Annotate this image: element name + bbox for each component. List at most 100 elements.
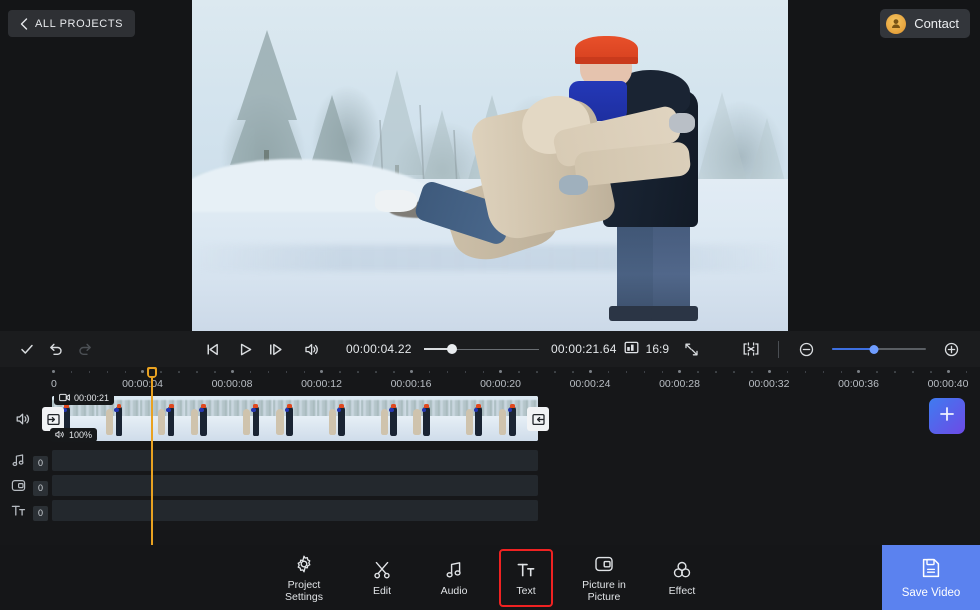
save-video-button[interactable]: Save Video	[882, 545, 980, 610]
ruler-label: 00:00:20	[480, 378, 521, 390]
ruler-minor-tick	[196, 371, 198, 373]
ruler-minor-tick	[536, 371, 538, 373]
ruler-minor-tick	[643, 371, 646, 373]
zoom-slider-handle[interactable]	[869, 344, 879, 354]
video-clip-icon	[59, 393, 70, 404]
ruler-minor-tick	[464, 371, 467, 373]
preview-couple	[375, 33, 758, 321]
ruler-minor-tick	[804, 371, 807, 373]
pip-icon	[594, 553, 614, 575]
ruler-tick	[51, 370, 55, 373]
tool-button-project-settings[interactable]: Project Settings	[271, 549, 337, 607]
all-projects-button[interactable]: ALL PROJECTS	[8, 10, 136, 37]
ruler-tick	[857, 370, 860, 373]
ruler-label: 00:00:16	[390, 378, 432, 390]
ruler-minor-tick	[894, 371, 896, 373]
tool-button-picture-in-picture[interactable]: Picture in Picture	[571, 549, 637, 607]
ruler-minor-tick	[715, 371, 717, 373]
filmstrip-frame	[449, 396, 494, 441]
video-preview[interactable]	[192, 0, 788, 331]
tool-button-audio[interactable]: Audio	[427, 549, 481, 607]
track-lane-pip[interactable]	[52, 475, 538, 496]
video-editor-app: ALL PROJECTS Contact 00:00:04.22 00:00:2…	[0, 0, 980, 610]
check-icon[interactable]	[12, 335, 41, 364]
bottom-toolbar: Project Settings Edit Audio Text Picture in Pi…	[0, 545, 980, 610]
scrubber[interactable]	[423, 343, 540, 355]
chevron-left-icon	[20, 17, 28, 30]
track-header-audio[interactable]: 0	[11, 453, 48, 473]
ruler-minor-tick	[661, 371, 664, 373]
playhead-handle[interactable]	[147, 367, 157, 378]
timeline[interactable]: 0 00:00:04 00:00:08 00:00:12 00:00:16 00:00:2…	[0, 367, 980, 545]
track-lane-text[interactable]	[52, 500, 538, 521]
filmstrip-frame	[405, 396, 450, 441]
ruler-tick	[946, 370, 950, 373]
ruler-minor-tick	[786, 371, 789, 373]
avatar	[886, 13, 907, 34]
control-bar-right: 16:9	[617, 335, 980, 364]
scissors-icon	[372, 559, 392, 581]
filmstrip-frame	[184, 396, 229, 441]
transport-controls	[198, 335, 326, 364]
tool-label: Picture in Picture	[582, 578, 626, 603]
filmstrip-frame	[361, 396, 406, 441]
ruler-minor-tick	[339, 371, 341, 373]
gear-icon	[294, 553, 314, 575]
clip-volume-text: 100%	[69, 430, 93, 440]
playhead[interactable]	[147, 367, 157, 545]
zoom-slider-fill	[832, 348, 875, 350]
ruler-minor-tick	[607, 371, 610, 373]
ruler-minor-tick	[876, 371, 878, 373]
tool-label: Text	[516, 584, 536, 597]
all-projects-label: ALL PROJECTS	[35, 17, 124, 30]
ruler-minor-tick	[840, 371, 843, 373]
ruler-minor-tick	[88, 371, 91, 373]
scrubber-handle[interactable]	[447, 344, 458, 354]
pip-icon	[11, 478, 26, 498]
tool-button-edit[interactable]: Edit	[355, 549, 409, 607]
filmstrip-frame	[317, 396, 362, 441]
ruler-minor-tick	[572, 371, 574, 373]
track-volume-icon[interactable]	[12, 408, 34, 430]
tool-button-text[interactable]: Text	[499, 548, 553, 607]
zoom-in-button[interactable]	[937, 335, 966, 364]
zoom-slider[interactable]	[832, 343, 926, 355]
tool-button-effect[interactable]: Effect	[655, 549, 709, 607]
ruler-tick	[141, 370, 144, 373]
track-count-text: 0	[33, 505, 48, 521]
volume-icon[interactable]	[297, 335, 326, 364]
ruler-minor-tick	[285, 371, 288, 373]
effect-icon	[672, 559, 692, 581]
add-media-button[interactable]	[929, 398, 965, 434]
zoom-out-button[interactable]	[792, 335, 821, 364]
contact-button[interactable]: Contact	[880, 9, 970, 38]
tool-label: Edit	[372, 584, 392, 597]
track-header-text[interactable]: 0	[11, 503, 48, 523]
clip-filmstrip	[52, 396, 538, 441]
ruler-minor-tick	[554, 371, 556, 373]
tool-label: Audio	[440, 584, 468, 597]
track-lane-audio[interactable]	[52, 450, 538, 471]
trim-right-handle-icon[interactable]	[527, 407, 549, 431]
skip-back-icon[interactable]	[198, 335, 227, 364]
undo-icon[interactable]	[41, 335, 70, 364]
ruler-tick	[409, 370, 413, 373]
ruler-minor-tick	[249, 371, 252, 373]
track-header-pip[interactable]: 0	[11, 478, 48, 498]
ruler-label: 00:00:32	[748, 378, 790, 390]
track-count-pip: 0	[33, 480, 48, 496]
ruler-minor-tick	[303, 371, 306, 373]
fit-to-screen-icon[interactable]	[736, 335, 765, 364]
play-icon[interactable]	[231, 335, 260, 364]
preview-area: ALL PROJECTS Contact	[0, 0, 980, 331]
music-note-icon	[444, 559, 464, 581]
skip-forward-icon[interactable]	[264, 335, 293, 364]
ruler-label: 00:00:08	[211, 378, 253, 390]
text-tt-icon	[516, 559, 536, 581]
ruler-minor-tick	[912, 371, 914, 373]
text-tt-icon	[11, 503, 26, 523]
aspect-ratio-button[interactable]: 16:9	[617, 339, 675, 359]
fullscreen-icon[interactable]	[677, 335, 706, 364]
playback-control-bar: 00:00:04.22 00:00:21.64 16:9	[0, 331, 980, 367]
video-clip[interactable]	[52, 396, 538, 441]
